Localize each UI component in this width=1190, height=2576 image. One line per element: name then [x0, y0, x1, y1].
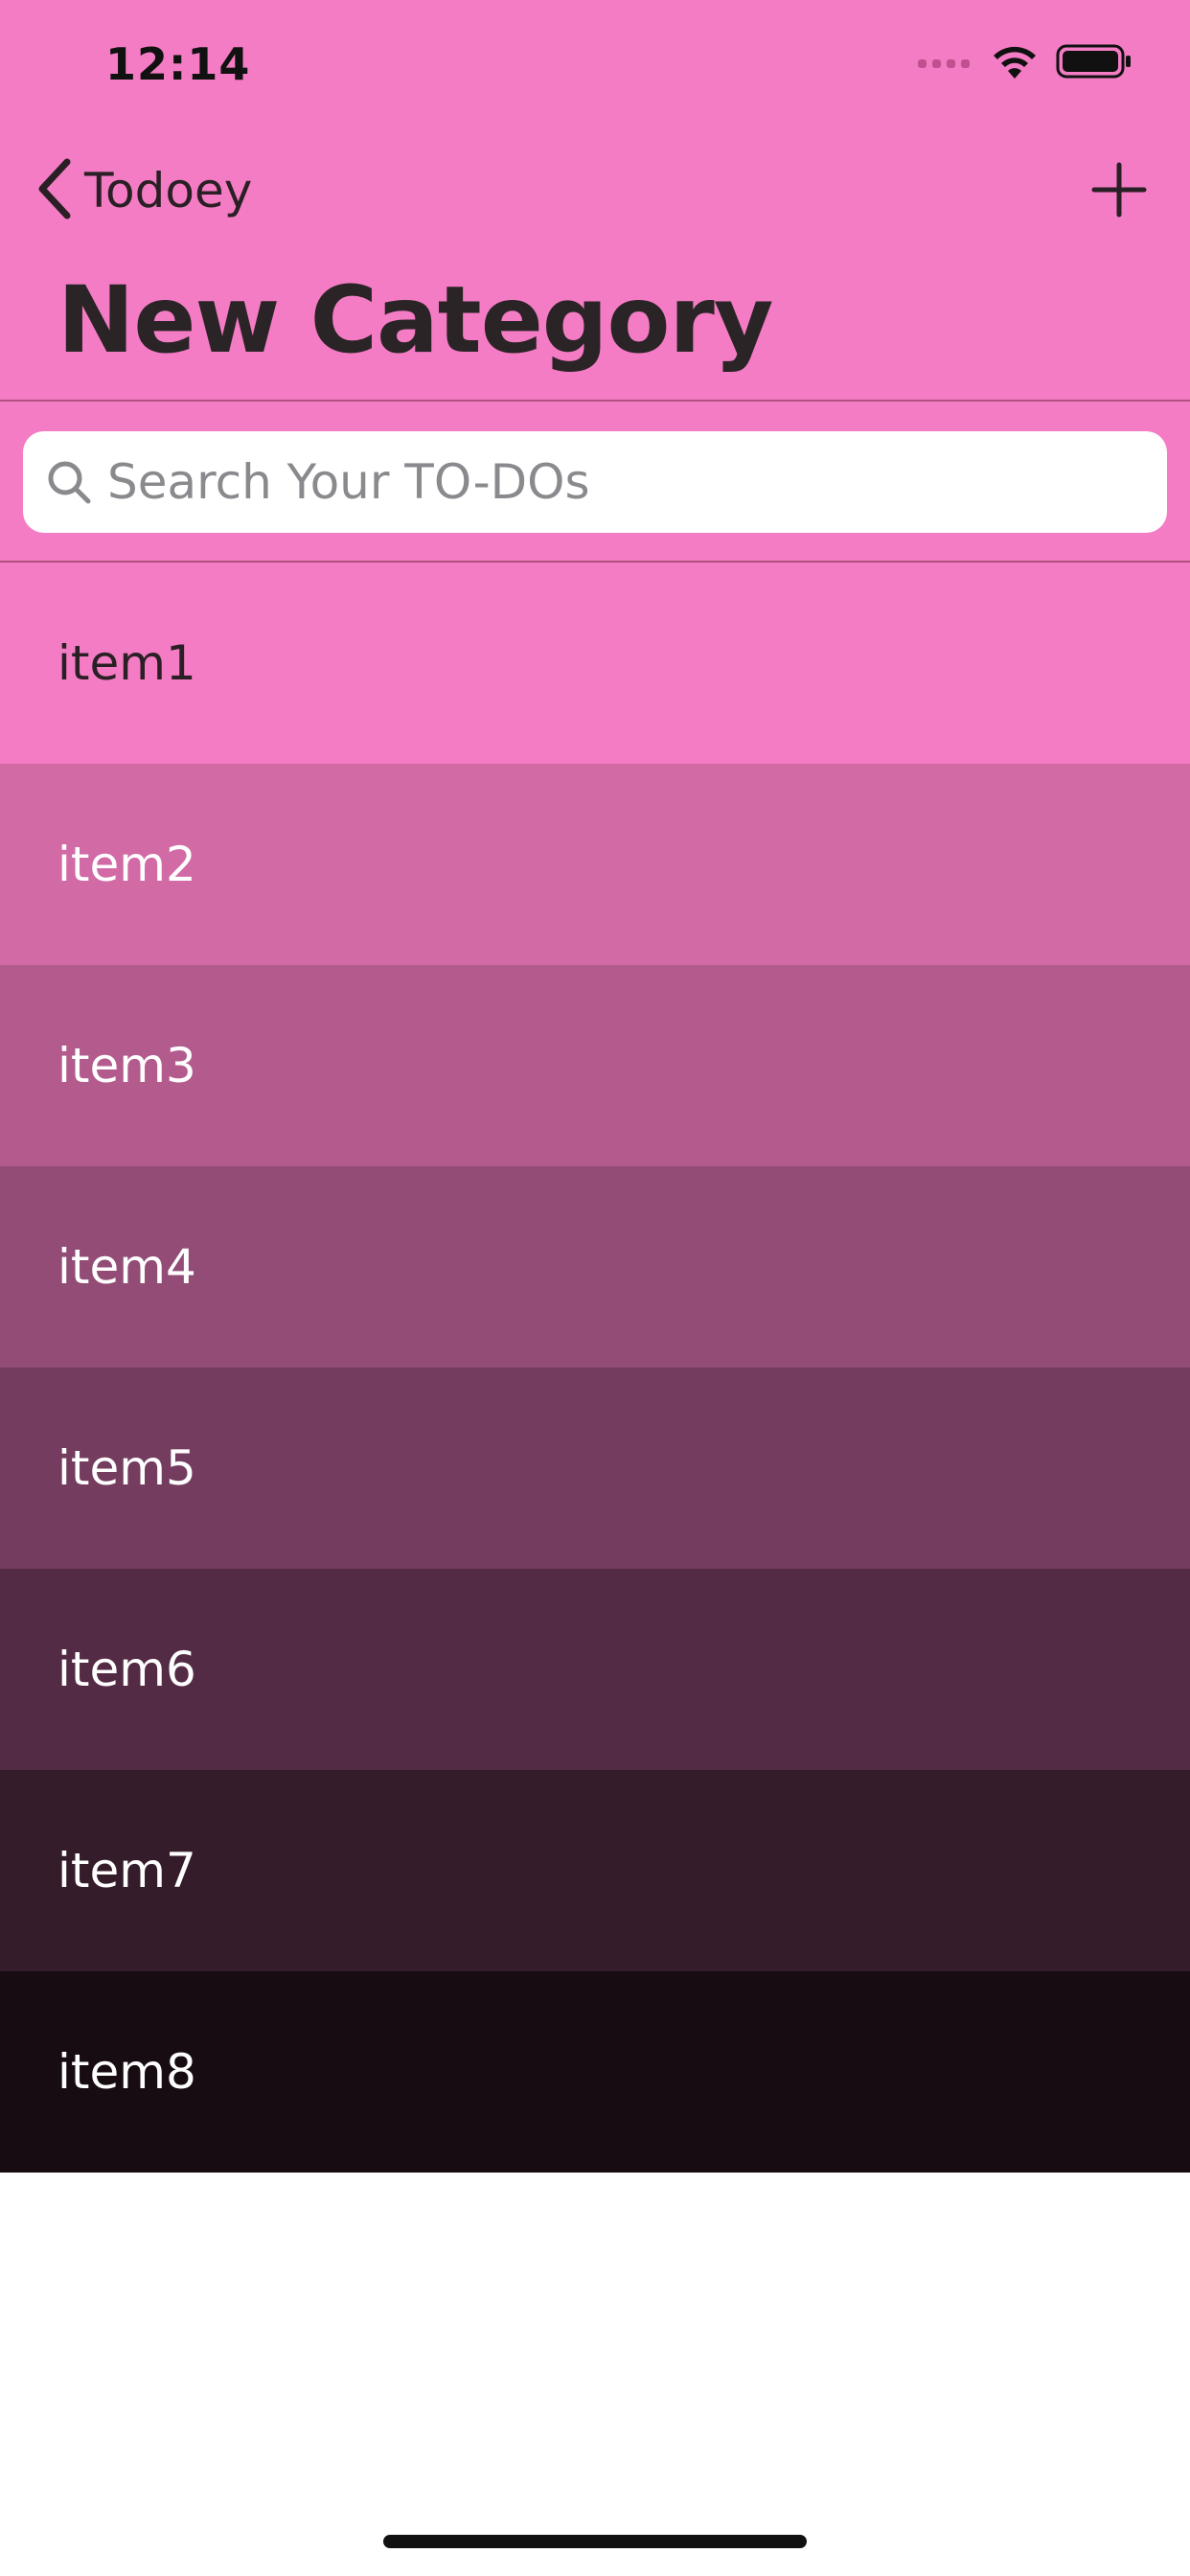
back-button-label: Todoey	[84, 163, 253, 218]
navigation-header: 12:14 Todoey New Category	[0, 0, 1190, 402]
search-field[interactable]	[23, 431, 1167, 533]
battery-icon	[1056, 42, 1133, 84]
list-item[interactable]: item4	[0, 1166, 1190, 1368]
list-item-label: item3	[57, 1038, 196, 1093]
list-item[interactable]: item8	[0, 1971, 1190, 2173]
wifi-icon	[991, 42, 1039, 84]
list-item[interactable]: item7	[0, 1770, 1190, 1971]
add-button[interactable]	[1081, 155, 1157, 228]
app-screen: 12:14 Todoey New Category Search Your TO…	[0, 0, 1190, 2576]
list-item-label: item6	[57, 1642, 196, 1697]
list-item-label: item2	[57, 837, 196, 892]
todo-list: item1 item2 item3 item4 item5 item6 item7 item8	[0, 563, 1190, 2173]
page-title: New Category	[57, 266, 773, 374]
status-icons	[918, 42, 1133, 84]
back-button[interactable]: Todoey	[34, 155, 252, 226]
list-item-label: item4	[57, 1239, 196, 1295]
home-indicator	[383, 2535, 807, 2548]
list-item-label: item7	[57, 1843, 196, 1898]
nav-bar: Todoey	[0, 144, 1190, 240]
list-item[interactable]: item5	[0, 1368, 1190, 1569]
chevron-left-icon	[34, 158, 73, 223]
list-item[interactable]: item6	[0, 1569, 1190, 1770]
list-item[interactable]: item1	[0, 563, 1190, 764]
list-item[interactable]: item3	[0, 965, 1190, 1166]
list-item-label: item8	[57, 2044, 196, 2100]
status-time: 12:14	[105, 38, 251, 90]
list-item[interactable]: item2	[0, 764, 1190, 965]
search-icon	[44, 457, 94, 507]
search-input[interactable]	[107, 439, 1142, 525]
list-item-label: item1	[57, 635, 196, 691]
cellular-signal-icon	[918, 58, 970, 68]
list-item-label: item5	[57, 1440, 196, 1496]
search-bar	[0, 402, 1190, 563]
plus-icon	[1090, 161, 1148, 222]
